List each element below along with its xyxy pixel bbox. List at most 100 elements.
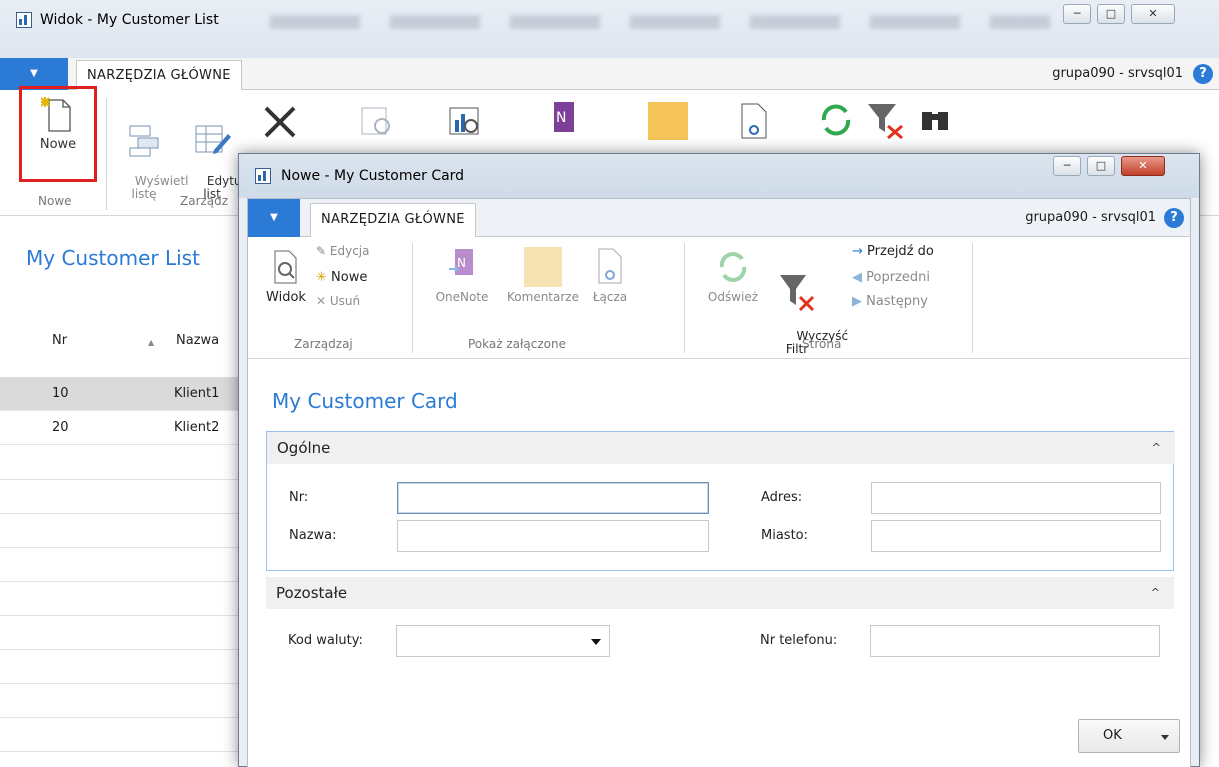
refresh-label: Odśwież [707,290,759,304]
column-header-nr[interactable]: Nr [52,333,67,348]
city-label: Miasto: [761,528,808,543]
row-name: Klient1 [174,386,220,401]
delete-button[interactable]: ✕ Usuń [316,295,360,308]
previous-button[interactable]: ◀ Poprzedni [852,271,930,284]
table-row[interactable]: 20 Klient2 [0,411,250,445]
dialog-close-button[interactable]: ✕ [1121,156,1165,176]
fasttab-other-header[interactable]: Pozostałe ^ [266,577,1174,609]
card-page-title: My Customer Card [272,389,458,413]
name-label: Nazwa: [289,528,337,543]
group-manage-label: Zarządzaj [294,337,353,351]
onenote-icon[interactable]: N [544,100,580,140]
dialog-application-menu-button[interactable]: ▼ [248,199,300,237]
view-button[interactable]: Widok [258,249,314,304]
dialog-maximize-button[interactable]: □ [1087,156,1115,176]
fasttab-general-title: Ogólne [277,439,331,457]
fasttab-general-header[interactable]: Ogólne ^ [267,432,1175,464]
view-list-button[interactable]: Wyświetl listę [112,96,188,214]
sort-ascending-icon: ▲ [148,338,155,347]
links-icon[interactable] [736,102,772,142]
empty-row-line [0,479,250,480]
row-nr: 10 [52,386,69,401]
help-icon[interactable]: ? [1193,64,1213,84]
clear-filter-icon[interactable] [866,100,906,140]
delete-x-icon: ✕ [316,294,327,308]
close-button[interactable]: ✕ [1131,4,1175,24]
new-button-highlight [19,86,97,182]
dialog-body: ▼ NARZĘDZIA GŁÓWNE grupa090 - srvsql01 ?… [247,198,1191,767]
ribbon-separator [684,243,685,353]
phone-field[interactable] [870,625,1160,657]
next-arrow-icon: ▶ [852,294,862,309]
fasttab-other: Pozostałe ^ Kod waluty: Nr telefonu: [266,577,1174,687]
dialog-title: Nowe - My Customer Card [281,168,465,184]
table-row[interactable]: 10 Klient1 [0,377,250,411]
edit-button[interactable]: ✎ Edycja [316,245,369,258]
blurred-background-tabs [270,15,1050,29]
empty-row-line [0,581,250,582]
address-label: Adres: [761,490,803,505]
goto-button[interactable]: → Przejdź do [852,245,934,258]
dialog-ribbon: Widok ✎ Edycja ✳ Nowe ✕ Usuń Zarządzaj N [248,237,1190,359]
dialog-tab-home[interactable]: NARZĘDZIA GŁÓWNE [310,203,476,237]
refresh-icon [719,252,747,282]
group-page-label: Strona [802,337,842,351]
refresh-icon[interactable] [818,102,854,138]
customer-card-dialog: Nowe - My Customer Card ─ □ ✕ ▼ NARZĘDZI… [238,153,1200,767]
comments-button[interactable]: Komentarze [502,247,584,304]
ok-button[interactable]: OK [1078,719,1180,753]
tab-home[interactable]: NARZĘDZIA GŁÓWNE [76,60,242,91]
notes-icon[interactable] [648,102,688,140]
collapse-chevron-icon[interactable]: ^ [1151,577,1160,609]
find-icon[interactable] [360,104,396,140]
dialog-tab-strip: ▼ NARZĘDZIA GŁÓWNE grupa090 - srvsql01 ? [248,199,1190,237]
links-label: Łącza [592,290,628,304]
empty-row-line [0,513,250,514]
previous-arrow-icon: ◀ [852,270,862,285]
collapse-chevron-icon[interactable]: ^ [1152,432,1161,464]
ribbon-separator [972,243,973,353]
nr-label: Nr: [289,490,309,505]
app-icon [16,12,32,28]
clear-filter-icon [780,275,815,312]
previous-label: Poprzedni [866,270,930,285]
dialog-title-bar[interactable]: Nowe - My Customer Card ─ □ ✕ [239,154,1199,198]
list-window-controls: ─ □ ✕ [1063,4,1175,24]
ribbon-separator [412,243,413,353]
new-record-button[interactable]: ✳ Nowe [316,271,367,284]
comments-label: Komentarze [507,290,579,304]
links-button[interactable]: Łącza [584,247,636,304]
ok-dropdown-arrow-icon[interactable] [1161,735,1169,740]
find-binoculars-icon[interactable] [918,102,954,138]
view-label: Widok [266,290,306,305]
delete-label: Usuń [329,294,361,308]
dialog-minimize-button[interactable]: ─ [1053,156,1081,176]
links-icon [598,248,622,284]
list-title-bar: Widok - My Customer List ─ □ ✕ [0,0,1219,58]
onenote-label: OneNote [435,290,489,304]
minimize-button[interactable]: ─ [1063,4,1091,24]
list-window-title: Widok - My Customer List [40,12,219,28]
currency-dropdown[interactable] [396,625,610,657]
nr-field[interactable] [397,482,709,514]
empty-row-line [0,615,250,616]
onenote-button[interactable]: N OneNote [426,247,498,304]
next-button[interactable]: ▶ Następny [852,295,928,308]
city-field[interactable] [871,520,1161,552]
refresh-button[interactable]: Odśwież [702,247,764,304]
address-field[interactable] [871,482,1161,514]
server-label: grupa090 - srvsql01 [1052,66,1183,81]
column-header-name[interactable]: Nazwa [176,333,219,348]
list-page-title: My Customer List [26,246,200,270]
group-manage-label: Zarządz [180,194,229,208]
maximize-button[interactable]: □ [1097,4,1125,24]
name-field[interactable] [397,520,709,552]
dropdown-arrow-icon [591,639,601,645]
delete-icon[interactable] [262,104,298,140]
ribbon-separator [106,98,107,210]
empty-row-line [0,751,250,752]
list-tab-strip: ▼ NARZĘDZIA GŁÓWNE grupa090 - srvsql01 ? [0,58,1219,91]
chart-view-icon[interactable] [448,104,484,140]
dialog-help-icon[interactable]: ? [1164,208,1184,228]
goto-label: Przejdź do [867,244,934,259]
